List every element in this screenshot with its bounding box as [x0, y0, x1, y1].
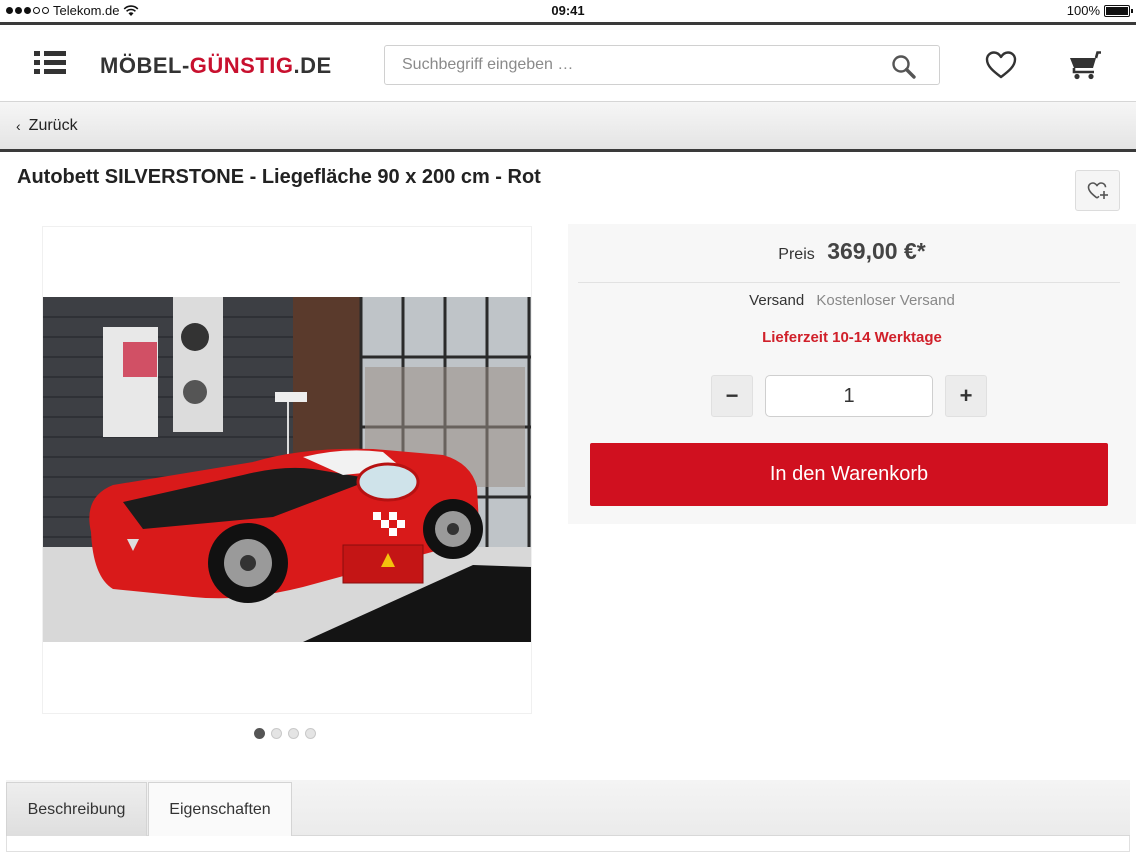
battery-info: 100%	[1066, 3, 1133, 18]
gallery-dot-4[interactable]	[305, 728, 316, 739]
divider	[578, 282, 1120, 283]
product-title: Autobett SILVERSTONE - Liegefläche 90 x …	[17, 166, 541, 188]
gallery-dot-2[interactable]	[271, 728, 282, 739]
heart-plus-icon	[1087, 181, 1108, 199]
delivery-time: Lieferzeit 10-14 Werktage	[762, 329, 942, 346]
logo-text-3: .DE	[293, 53, 332, 78]
menu-icon[interactable]	[34, 49, 68, 77]
shipping-value: Kostenloser Versand	[816, 292, 955, 309]
gallery-dot-1[interactable]	[254, 728, 265, 739]
tab-eigenschaften[interactable]: Eigenschaften	[148, 782, 292, 836]
add-to-cart-button[interactable]: In den Warenkorb	[590, 443, 1108, 506]
price-value: 369,00 €*	[827, 238, 926, 264]
tab-content	[6, 836, 1130, 852]
search-icon[interactable]	[891, 54, 917, 80]
chevron-left-icon: ‹	[16, 118, 21, 134]
search-box	[384, 45, 940, 85]
status-bar: Telekom.de 09:41 100%	[0, 0, 1136, 22]
back-label: Zurück	[28, 117, 78, 134]
price-row: Preis 369,00 €*	[568, 238, 1136, 265]
logo-text-2: GÜNSTIG	[189, 53, 294, 78]
back-navigation-bar: ‹ Zurück	[0, 102, 1136, 152]
site-logo[interactable]: MÖBEL-GÜNSTIG.DE	[100, 53, 332, 79]
cart-icon[interactable]	[1066, 49, 1102, 81]
price-label: Preis	[778, 246, 815, 263]
quantity-decrease-button[interactable]: −	[711, 375, 753, 417]
quantity-input[interactable]	[765, 375, 933, 417]
battery-percentage: 100%	[1066, 3, 1100, 18]
gallery-dot-3[interactable]	[288, 728, 299, 739]
search-input[interactable]	[385, 46, 875, 84]
tab-beschreibung[interactable]: Beschreibung	[6, 782, 147, 836]
battery-icon	[1104, 4, 1133, 17]
heart-icon[interactable]	[984, 49, 1018, 81]
gallery-pagination	[254, 728, 316, 739]
buy-box: Preis 369,00 €* Versand Kostenloser Vers…	[568, 224, 1136, 524]
site-header: MÖBEL-GÜNSTIG.DE	[0, 22, 1136, 102]
product-photo	[43, 297, 531, 642]
back-link[interactable]: ‹ Zurück	[16, 117, 78, 135]
add-to-wishlist-button[interactable]	[1075, 170, 1120, 211]
quantity-increase-button[interactable]: +	[945, 375, 987, 417]
clock: 09:41	[551, 3, 585, 18]
product-tabs: Beschreibung Eigenschaften	[6, 780, 1130, 836]
shipping-label: Versand	[749, 292, 805, 309]
shipping-row: Versand Kostenloser Versand	[568, 292, 1136, 309]
product-image-panel[interactable]	[42, 226, 532, 714]
logo-text-1: MÖBEL-	[100, 53, 190, 78]
